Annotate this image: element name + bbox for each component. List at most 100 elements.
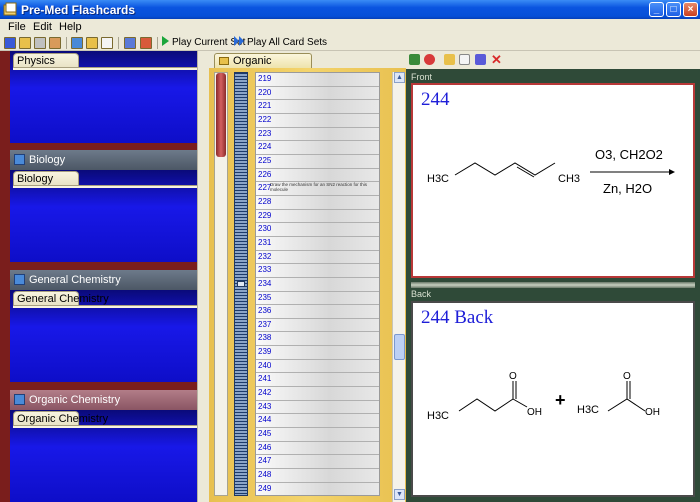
shuffle-icon[interactable] xyxy=(140,37,152,49)
close-button[interactable]: × xyxy=(683,2,698,17)
back-label: Back xyxy=(411,289,432,299)
front-label: Front xyxy=(411,72,433,82)
card-number: 229 xyxy=(258,210,272,220)
card-list-scrollbar[interactable]: ▲ ▼ xyxy=(392,72,405,502)
card-list-item[interactable]: 249 xyxy=(256,482,379,495)
card-set-general-chemistry[interactable]: General Chemistry General Chemistry xyxy=(10,270,197,382)
card-number: 248 xyxy=(258,470,272,480)
card-index-ruler[interactable] xyxy=(234,72,248,496)
tab-organic-chemistry[interactable]: Organic Chemistry xyxy=(214,53,312,79)
card-number: 235 xyxy=(258,292,272,302)
card-set-header: General Chemistry xyxy=(10,270,197,290)
card-list-item[interactable]: 247 xyxy=(256,455,379,470)
card-set-icon xyxy=(14,154,25,165)
card-list-item[interactable]: 245 xyxy=(256,428,379,442)
card-list-item[interactable]: 231 xyxy=(256,236,379,251)
card-set-icon xyxy=(14,394,25,405)
card-front[interactable]: 244 H3C CH3 O3, CH2O2 Zn, H2O xyxy=(411,83,695,278)
scroll-down-arrow[interactable]: ▼ xyxy=(394,489,405,500)
card-view-panel: ✕ Front 244 H3C CH3 O3, CH2O2 Zn, H2O Ba… xyxy=(406,51,700,502)
menu-file[interactable]: File xyxy=(8,21,26,33)
card-list-item[interactable]: 230 xyxy=(256,223,379,237)
delete-icon[interactable]: ✕ xyxy=(491,53,502,66)
card-list-item[interactable]: 239 xyxy=(256,346,379,360)
card-list-item[interactable]: 235 xyxy=(256,291,379,306)
minimize-button[interactable]: _ xyxy=(649,2,664,17)
card-number: 246 xyxy=(258,442,272,452)
slider-thumb[interactable] xyxy=(216,73,226,157)
open-set-icon[interactable] xyxy=(86,37,98,49)
card-list[interactable]: 219 220 221 222 223 224 225 226 227 Draw the mech… xyxy=(255,72,380,496)
front-back-splitter[interactable] xyxy=(411,282,695,288)
card-list-item[interactable]: 220 xyxy=(256,86,379,101)
scroll-up-arrow[interactable]: ▲ xyxy=(394,72,405,83)
scrollbar-thumb[interactable] xyxy=(394,334,405,360)
card-set-organic-chemistry[interactable]: Organic Chemistry Organic Chemistry xyxy=(10,390,197,502)
cards-icon[interactable] xyxy=(124,37,136,49)
card-number: 240 xyxy=(258,360,272,370)
front-reaction-diagram: H3C CH3 O3, CH2O2 Zn, H2O xyxy=(427,147,675,196)
open-folder-icon[interactable] xyxy=(19,37,31,49)
play-current-set-button[interactable]: Play Current Set xyxy=(162,36,245,48)
play-all-card-sets-button[interactable]: Play All Card Sets xyxy=(234,36,327,49)
title-bar: Pre-Med Flashcards _ □ × xyxy=(0,0,700,19)
card-set-biology[interactable]: Biology Biology xyxy=(10,150,197,262)
card-list-item[interactable]: 221 xyxy=(256,100,379,114)
menu-help[interactable]: Help xyxy=(59,21,82,33)
card-list-item[interactable]: 248 xyxy=(256,469,379,483)
card-number: 222 xyxy=(258,114,272,124)
card-list-item[interactable]: 219 xyxy=(256,73,379,87)
save-icon[interactable] xyxy=(4,37,16,49)
card-back[interactable]: 244 Back O OH H3C + O OH H3C xyxy=(411,301,695,497)
card-list-item[interactable]: 237 xyxy=(256,318,379,333)
card-list-item[interactable]: 228 xyxy=(256,195,379,210)
card-list-item[interactable]: 229 xyxy=(256,209,379,224)
left-panel-scrollbar[interactable] xyxy=(197,51,206,502)
card-list-item[interactable]: 227 Draw the mechanism for an SN2 reactio… xyxy=(256,182,379,196)
card-number: 223 xyxy=(258,128,272,138)
card-set-header: Organic Chemistry xyxy=(10,390,197,410)
card-list-item[interactable]: 233 xyxy=(256,264,379,278)
play-icon xyxy=(162,36,169,46)
card-list-item[interactable]: 223 xyxy=(256,127,379,142)
card-list-item[interactable]: 246 xyxy=(256,441,379,456)
cancel-icon[interactable] xyxy=(424,54,435,65)
card-number: 224 xyxy=(258,142,272,152)
card-list-item[interactable]: 238 xyxy=(256,332,379,347)
maximize-button[interactable]: □ xyxy=(666,2,681,17)
print-icon[interactable] xyxy=(34,37,46,49)
copy-icon[interactable] xyxy=(444,54,455,65)
menu-edit[interactable]: Edit xyxy=(33,21,52,33)
card-list-item[interactable]: 222 xyxy=(256,113,379,128)
card-set-physics[interactable]: Physics xyxy=(10,51,197,143)
card-list-item[interactable]: 236 xyxy=(256,305,379,319)
card-list-item[interactable]: 240 xyxy=(256,359,379,374)
card-list-item[interactable]: 242 xyxy=(256,387,379,401)
card-number: 238 xyxy=(258,333,272,343)
edit-icon[interactable] xyxy=(409,54,420,65)
mol2-group: H3C xyxy=(577,404,599,416)
card-toolbar: ✕ xyxy=(406,51,700,69)
card-list-item[interactable]: 225 xyxy=(256,154,379,169)
properties-icon[interactable] xyxy=(475,54,486,65)
card-sets-panel: Physics Biology Biology General Chemistr… xyxy=(0,51,206,502)
card-list-item[interactable]: 226 xyxy=(256,168,379,183)
card-list-item[interactable]: 244 xyxy=(256,414,379,429)
card-list-item[interactable]: 241 xyxy=(256,373,379,388)
new-set-icon[interactable] xyxy=(71,37,83,49)
card-list-item[interactable]: 243 xyxy=(256,400,379,415)
card-number: 236 xyxy=(258,306,272,316)
card-number: 249 xyxy=(258,483,272,493)
ruler-marker[interactable] xyxy=(237,281,245,287)
card-list-slider[interactable] xyxy=(214,72,228,496)
card-number: 233 xyxy=(258,265,272,275)
paste-icon[interactable] xyxy=(459,54,470,65)
card-number: 245 xyxy=(258,429,272,439)
card-list-item[interactable]: 234 xyxy=(256,277,379,292)
preview-icon[interactable] xyxy=(49,37,61,49)
new-card-icon[interactable] xyxy=(101,37,113,49)
card-list-item[interactable]: 224 xyxy=(256,141,379,155)
play-all-icon xyxy=(234,36,244,49)
card-number: 220 xyxy=(258,87,272,97)
card-list-item[interactable]: 232 xyxy=(256,250,379,265)
